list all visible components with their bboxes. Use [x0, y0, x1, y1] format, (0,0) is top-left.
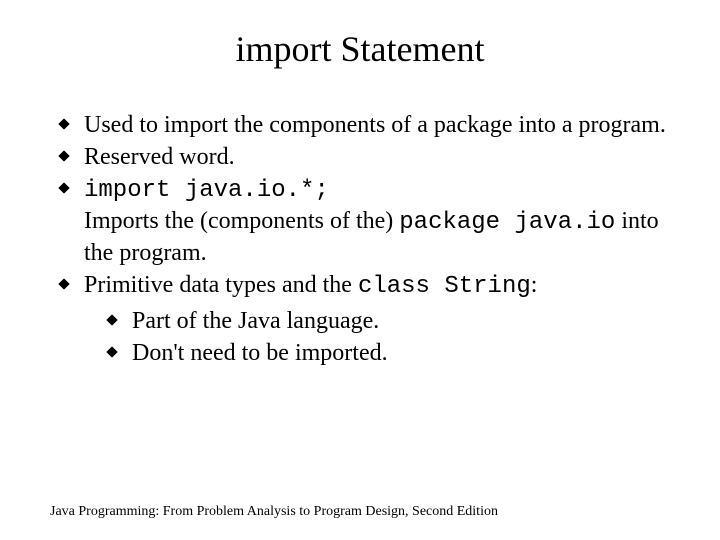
bullet-text: Part of the Java language. [132, 308, 379, 334]
text-fragment: Primitive data types and the [84, 272, 358, 298]
code-text: class String [358, 273, 531, 300]
footer-text: Java Programming: From Problem Analysis … [50, 504, 498, 520]
code-text: import java.io.*; [84, 177, 329, 204]
list-item: Part of the Java language. [104, 306, 670, 336]
bullet-text: Used to import the components of a packa… [84, 112, 666, 138]
list-item: Reserved word. [54, 142, 670, 172]
slide: import Statement Used to import the comp… [0, 0, 720, 540]
list-item: import java.io.*; Imports the (component… [54, 174, 670, 268]
bullet-text: Don't need to be imported. [132, 340, 388, 366]
continuation-text: Imports the (components of the) package … [84, 206, 670, 268]
text-fragment: : [531, 272, 538, 298]
slide-title: import Statement [50, 28, 670, 70]
sub-bullet-list: Part of the Java language. Don't need to… [104, 306, 670, 368]
bullet-text: Reserved word. [84, 144, 235, 170]
list-item: Primitive data types and the class Strin… [54, 270, 670, 368]
code-text: package java.io [399, 209, 615, 236]
list-item: Don't need to be imported. [104, 338, 670, 368]
bullet-list: Used to import the components of a packa… [54, 110, 670, 368]
text-fragment: Imports the (components of the) [84, 208, 399, 234]
list-item: Used to import the components of a packa… [54, 110, 670, 140]
